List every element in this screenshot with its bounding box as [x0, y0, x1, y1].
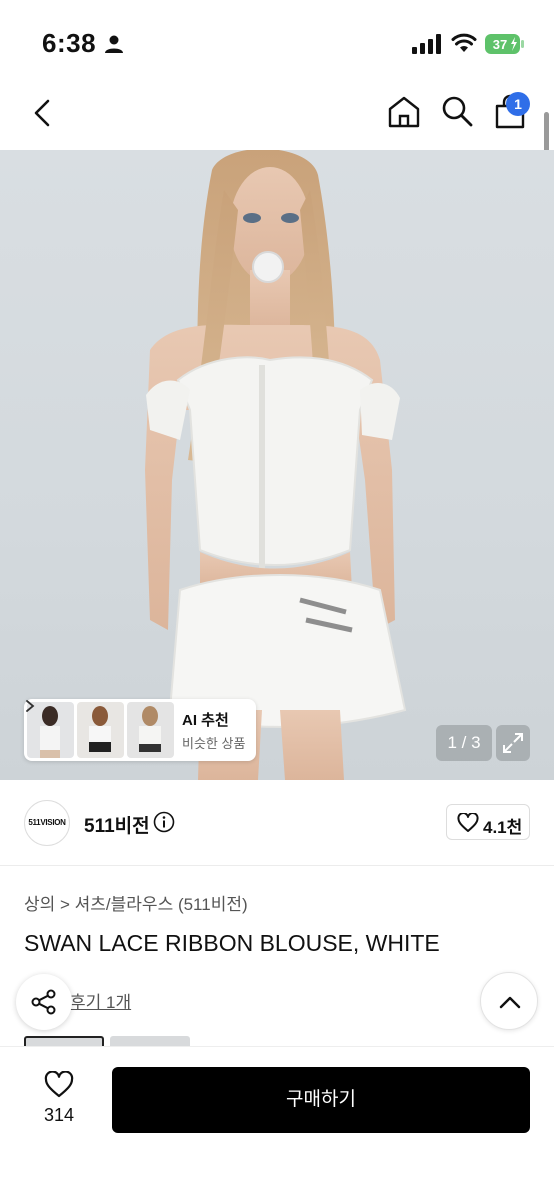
home-icon[interactable]	[386, 94, 422, 130]
image-page-indicator: 1 / 3	[436, 725, 492, 761]
nav-bar: 1	[0, 80, 554, 150]
product-image[interactable]: AI 추천 비슷한 상품 1 / 3	[0, 150, 554, 780]
ai-card-subtitle: 비슷한 상품	[182, 736, 246, 751]
signal-icon	[412, 34, 441, 54]
person-icon	[105, 35, 123, 53]
expand-icon	[503, 733, 523, 753]
bottom-bar: 314 구매하기	[0, 1046, 554, 1200]
brand-row: 511VISION 511비전 4.1천	[0, 780, 554, 866]
heart-icon[interactable]	[44, 1071, 74, 1099]
share-icon	[31, 989, 56, 1015]
wishlist-count: 314	[43, 1105, 75, 1125]
status-bar: 6:38 37	[0, 0, 554, 80]
model-photo	[145, 150, 407, 780]
battery-icon: 37	[485, 34, 524, 54]
info-icon[interactable]	[153, 811, 175, 833]
breadcrumb[interactable]: 상의 > 셔츠/블라우스 (511비전)	[24, 890, 248, 915]
share-button[interactable]	[16, 974, 72, 1030]
scroll-top-button[interactable]	[480, 972, 538, 1030]
heart-icon	[457, 813, 479, 832]
product-title: SWAN LACE RIBBON BLOUSE, WHITE	[24, 930, 440, 956]
chevron-up-icon	[499, 996, 521, 1009]
chevron-right-icon	[26, 700, 35, 712]
battery-level: 37	[493, 37, 507, 52]
brand-like-count: 4.1천	[483, 818, 523, 837]
ai-recommend-card[interactable]: AI 추천 비슷한 상품	[24, 699, 256, 761]
ai-thumb-3[interactable]	[127, 702, 174, 758]
brand-name[interactable]: 511비전	[84, 811, 150, 838]
brand-like-button[interactable]: 4.1천	[446, 804, 530, 840]
ai-thumb-2[interactable]	[77, 702, 124, 758]
review-link[interactable]: 후기 1개	[70, 988, 131, 1013]
back-arrow-icon[interactable]	[26, 96, 60, 130]
cart-badge: 1	[506, 92, 530, 116]
buy-button[interactable]: 구매하기	[112, 1067, 530, 1133]
wifi-icon	[451, 33, 477, 52]
ai-card-title: AI 추천	[182, 712, 229, 729]
expand-image-button[interactable]	[496, 725, 530, 761]
brand-logo[interactable]: 511VISION	[24, 800, 70, 846]
search-icon[interactable]	[440, 94, 474, 128]
status-time: 6:38	[42, 28, 97, 58]
